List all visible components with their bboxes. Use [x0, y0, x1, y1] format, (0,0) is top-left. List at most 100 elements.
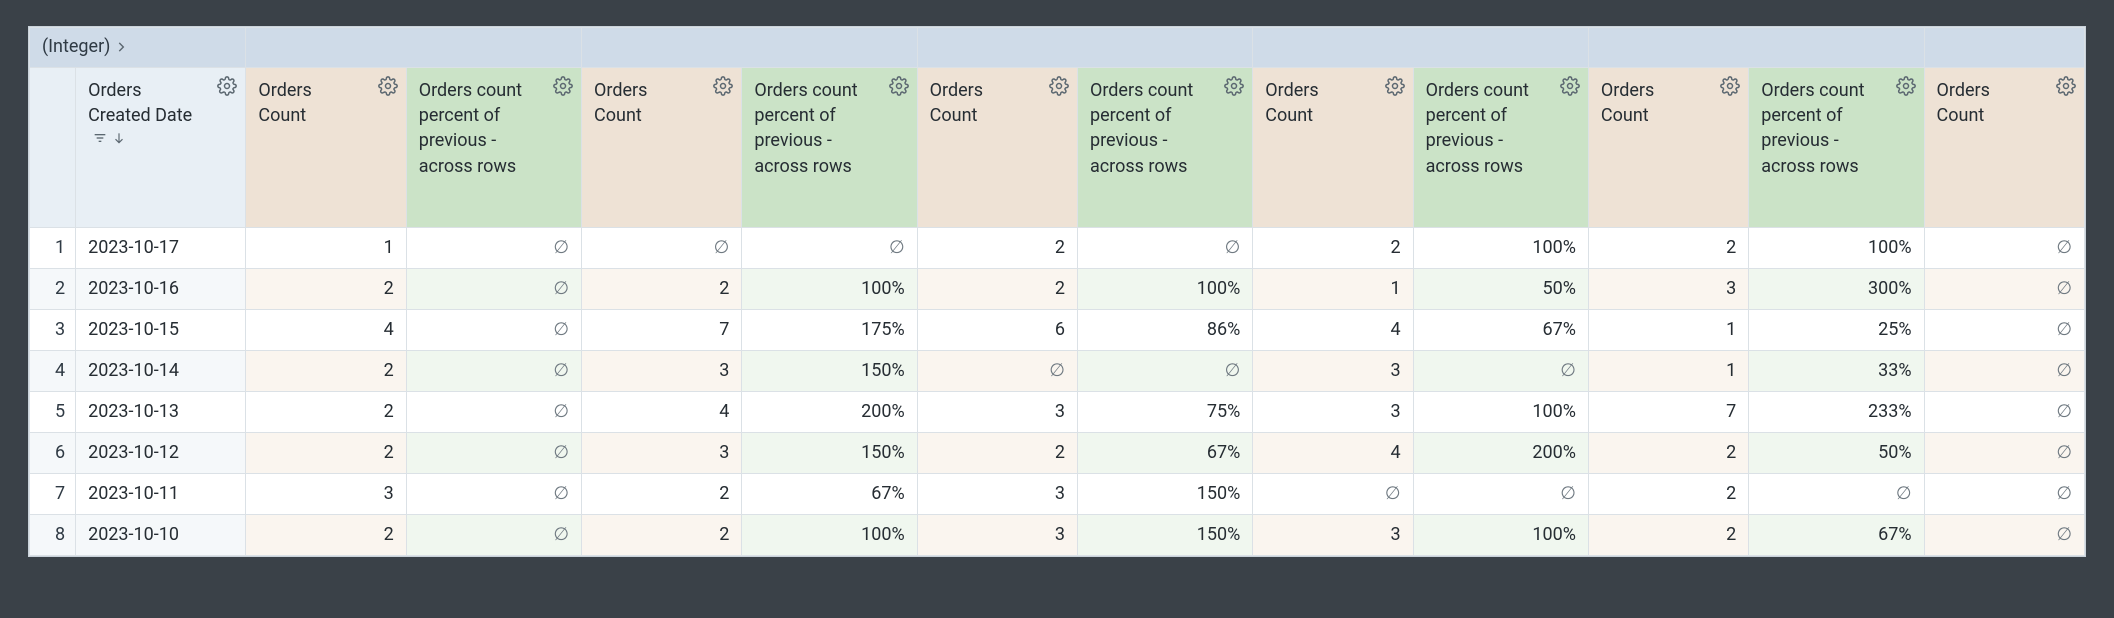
date-cell[interactable]: 2023-10-16: [76, 269, 246, 310]
pivot-group[interactable]: [917, 28, 1253, 68]
pct-cell[interactable]: ∅: [406, 351, 581, 392]
count-cell[interactable]: 2: [1588, 474, 1748, 515]
date-cell[interactable]: 2023-10-13: [76, 392, 246, 433]
count-cell[interactable]: 2: [1588, 228, 1748, 269]
pct-column-header[interactable]: Orders count percent of previous - acros…: [1077, 68, 1252, 228]
count-cell[interactable]: 2: [246, 433, 406, 474]
date-cell[interactable]: 2023-10-12: [76, 433, 246, 474]
count-column-header[interactable]: Orders Count: [1924, 68, 2084, 228]
pct-cell[interactable]: 33%: [1749, 351, 1924, 392]
pct-column-header[interactable]: Orders count percent of previous - acros…: [1749, 68, 1924, 228]
count-cell[interactable]: 6: [917, 310, 1077, 351]
count-cell[interactable]: 2: [582, 474, 742, 515]
count-cell[interactable]: ∅: [1924, 392, 2084, 433]
pct-cell[interactable]: 200%: [742, 392, 917, 433]
pct-cell[interactable]: 200%: [1413, 433, 1588, 474]
count-cell[interactable]: 7: [1588, 392, 1748, 433]
gear-icon[interactable]: [1560, 76, 1580, 96]
date-cell[interactable]: 2023-10-17: [76, 228, 246, 269]
pct-cell[interactable]: 100%: [1413, 515, 1588, 556]
count-cell[interactable]: 7: [582, 310, 742, 351]
count-cell[interactable]: 2: [582, 269, 742, 310]
pct-cell[interactable]: ∅: [406, 310, 581, 351]
pivot-header-integer[interactable]: (Integer): [30, 28, 246, 68]
count-cell[interactable]: 4: [582, 392, 742, 433]
date-cell[interactable]: 2023-10-10: [76, 515, 246, 556]
count-column-header[interactable]: Orders Count: [1588, 68, 1748, 228]
count-cell[interactable]: ∅: [1924, 515, 2084, 556]
pct-cell[interactable]: 100%: [1749, 228, 1924, 269]
count-cell[interactable]: 2: [246, 351, 406, 392]
count-cell[interactable]: 2: [582, 515, 742, 556]
date-cell[interactable]: 2023-10-14: [76, 351, 246, 392]
count-cell[interactable]: 2: [1253, 228, 1413, 269]
pivot-group[interactable]: [1253, 28, 1589, 68]
gear-icon[interactable]: [2056, 76, 2076, 96]
date-cell[interactable]: 2023-10-15: [76, 310, 246, 351]
pct-cell[interactable]: ∅: [1077, 228, 1252, 269]
count-cell[interactable]: 1: [1253, 269, 1413, 310]
pct-cell[interactable]: 100%: [1413, 228, 1588, 269]
count-cell[interactable]: ∅: [1924, 310, 2084, 351]
count-cell[interactable]: ∅: [1924, 433, 2084, 474]
pct-cell[interactable]: ∅: [406, 474, 581, 515]
count-column-header[interactable]: Orders Count: [246, 68, 406, 228]
pct-cell[interactable]: ∅: [406, 392, 581, 433]
count-cell[interactable]: 2: [246, 269, 406, 310]
pct-cell[interactable]: 175%: [742, 310, 917, 351]
pct-cell[interactable]: 86%: [1077, 310, 1252, 351]
count-cell[interactable]: 3: [917, 515, 1077, 556]
count-cell[interactable]: 1: [1588, 351, 1748, 392]
pct-cell[interactable]: ∅: [1749, 474, 1924, 515]
gear-icon[interactable]: [1224, 76, 1244, 96]
gear-icon[interactable]: [553, 76, 573, 96]
pivot-group[interactable]: [582, 28, 918, 68]
count-cell[interactable]: ∅: [1924, 228, 2084, 269]
pct-column-header[interactable]: Orders count percent of previous - acros…: [406, 68, 581, 228]
count-cell[interactable]: ∅: [1924, 474, 2084, 515]
pct-cell[interactable]: 150%: [1077, 474, 1252, 515]
pct-cell[interactable]: ∅: [406, 433, 581, 474]
count-cell[interactable]: ∅: [917, 351, 1077, 392]
pct-cell[interactable]: 67%: [742, 474, 917, 515]
pct-cell[interactable]: 67%: [1413, 310, 1588, 351]
gear-icon[interactable]: [378, 76, 398, 96]
pivot-group[interactable]: [1924, 28, 2084, 68]
count-column-header[interactable]: Orders Count: [917, 68, 1077, 228]
pivot-group[interactable]: [1588, 28, 1924, 68]
count-cell[interactable]: 3: [917, 392, 1077, 433]
pct-cell[interactable]: 67%: [1749, 515, 1924, 556]
pct-cell[interactable]: 100%: [742, 515, 917, 556]
pct-cell[interactable]: ∅: [1077, 351, 1252, 392]
count-cell[interactable]: ∅: [1253, 474, 1413, 515]
pct-cell[interactable]: 300%: [1749, 269, 1924, 310]
pct-cell[interactable]: ∅: [406, 515, 581, 556]
count-cell[interactable]: 2: [246, 392, 406, 433]
pct-cell[interactable]: ∅: [406, 228, 581, 269]
gear-icon[interactable]: [217, 76, 237, 96]
count-cell[interactable]: 3: [1253, 351, 1413, 392]
count-cell[interactable]: 4: [1253, 433, 1413, 474]
count-cell[interactable]: 2: [246, 515, 406, 556]
pivot-group[interactable]: [246, 28, 582, 68]
count-cell[interactable]: 2: [917, 269, 1077, 310]
count-cell[interactable]: 4: [1253, 310, 1413, 351]
count-cell[interactable]: ∅: [1924, 351, 2084, 392]
count-cell[interactable]: 3: [246, 474, 406, 515]
pct-cell[interactable]: ∅: [742, 228, 917, 269]
date-cell[interactable]: 2023-10-11: [76, 474, 246, 515]
count-cell[interactable]: 3: [1588, 269, 1748, 310]
pct-cell[interactable]: 150%: [1077, 515, 1252, 556]
pct-cell[interactable]: 75%: [1077, 392, 1252, 433]
pct-cell[interactable]: 100%: [1077, 269, 1252, 310]
count-cell[interactable]: 3: [1253, 515, 1413, 556]
date-column-header[interactable]: Orders Created Date: [76, 68, 246, 228]
count-column-header[interactable]: Orders Count: [582, 68, 742, 228]
pct-cell[interactable]: 67%: [1077, 433, 1252, 474]
count-cell[interactable]: 2: [917, 433, 1077, 474]
count-cell[interactable]: 2: [917, 228, 1077, 269]
count-cell[interactable]: 2: [1588, 515, 1748, 556]
gear-icon[interactable]: [713, 76, 733, 96]
count-cell[interactable]: ∅: [1924, 269, 2084, 310]
count-cell[interactable]: 1: [1588, 310, 1748, 351]
